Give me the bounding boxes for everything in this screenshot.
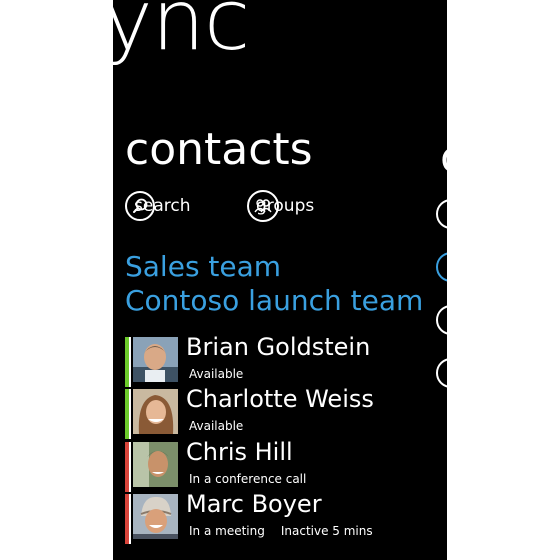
presence-indicator (125, 389, 131, 439)
groups-icon (247, 190, 279, 222)
next-pivot-action-icon[interactable] (436, 252, 447, 282)
avatar (133, 442, 178, 487)
next-pivot-title[interactable]: c (440, 136, 447, 180)
contact-item[interactable]: Brian Goldstein Available (125, 333, 445, 387)
status-text: In a meeting (189, 524, 265, 538)
phone-screen: ync contacts search groups Sales team Co… (113, 0, 447, 560)
pivot-title: contacts (125, 124, 313, 175)
presence-indicator (125, 442, 131, 492)
contact-status: In a meeting Inactive 5 mins (189, 524, 373, 538)
contact-name: Chris Hill (186, 438, 293, 466)
search-icon (125, 191, 155, 221)
avatar (133, 494, 178, 539)
contact-status: In a conference call (189, 472, 306, 486)
contact-item[interactable]: Marc Boyer In a meeting Inactive 5 mins (125, 490, 445, 544)
contact-item[interactable]: Chris Hill In a conference call (125, 438, 445, 492)
status-text: Available (189, 367, 244, 381)
contact-name: Brian Goldstein (186, 333, 371, 361)
group-link-sales-team[interactable]: Sales team (125, 253, 281, 281)
groups-button[interactable]: groups (247, 190, 314, 222)
contact-item[interactable]: Charlotte Weiss Available (125, 385, 445, 439)
group-link-contoso-launch-team[interactable]: Contoso launch team (125, 287, 423, 315)
contact-status: Available (189, 367, 243, 381)
panorama-title: ync (113, 0, 250, 69)
next-pivot-action-icon[interactable] (436, 305, 447, 335)
status-text: Available (189, 419, 244, 433)
presence-indicator (125, 494, 131, 544)
presence-indicator (125, 337, 131, 387)
inactive-text: Inactive 5 mins (280, 524, 373, 538)
status-text: In a conference call (189, 472, 307, 486)
contact-name: Charlotte Weiss (186, 385, 374, 413)
next-pivot-action-icon[interactable] (436, 199, 447, 229)
contact-status: Available (189, 419, 243, 433)
contact-name: Marc Boyer (186, 490, 322, 518)
search-button[interactable]: search (125, 191, 190, 221)
avatar (133, 389, 178, 434)
avatar (133, 337, 178, 382)
